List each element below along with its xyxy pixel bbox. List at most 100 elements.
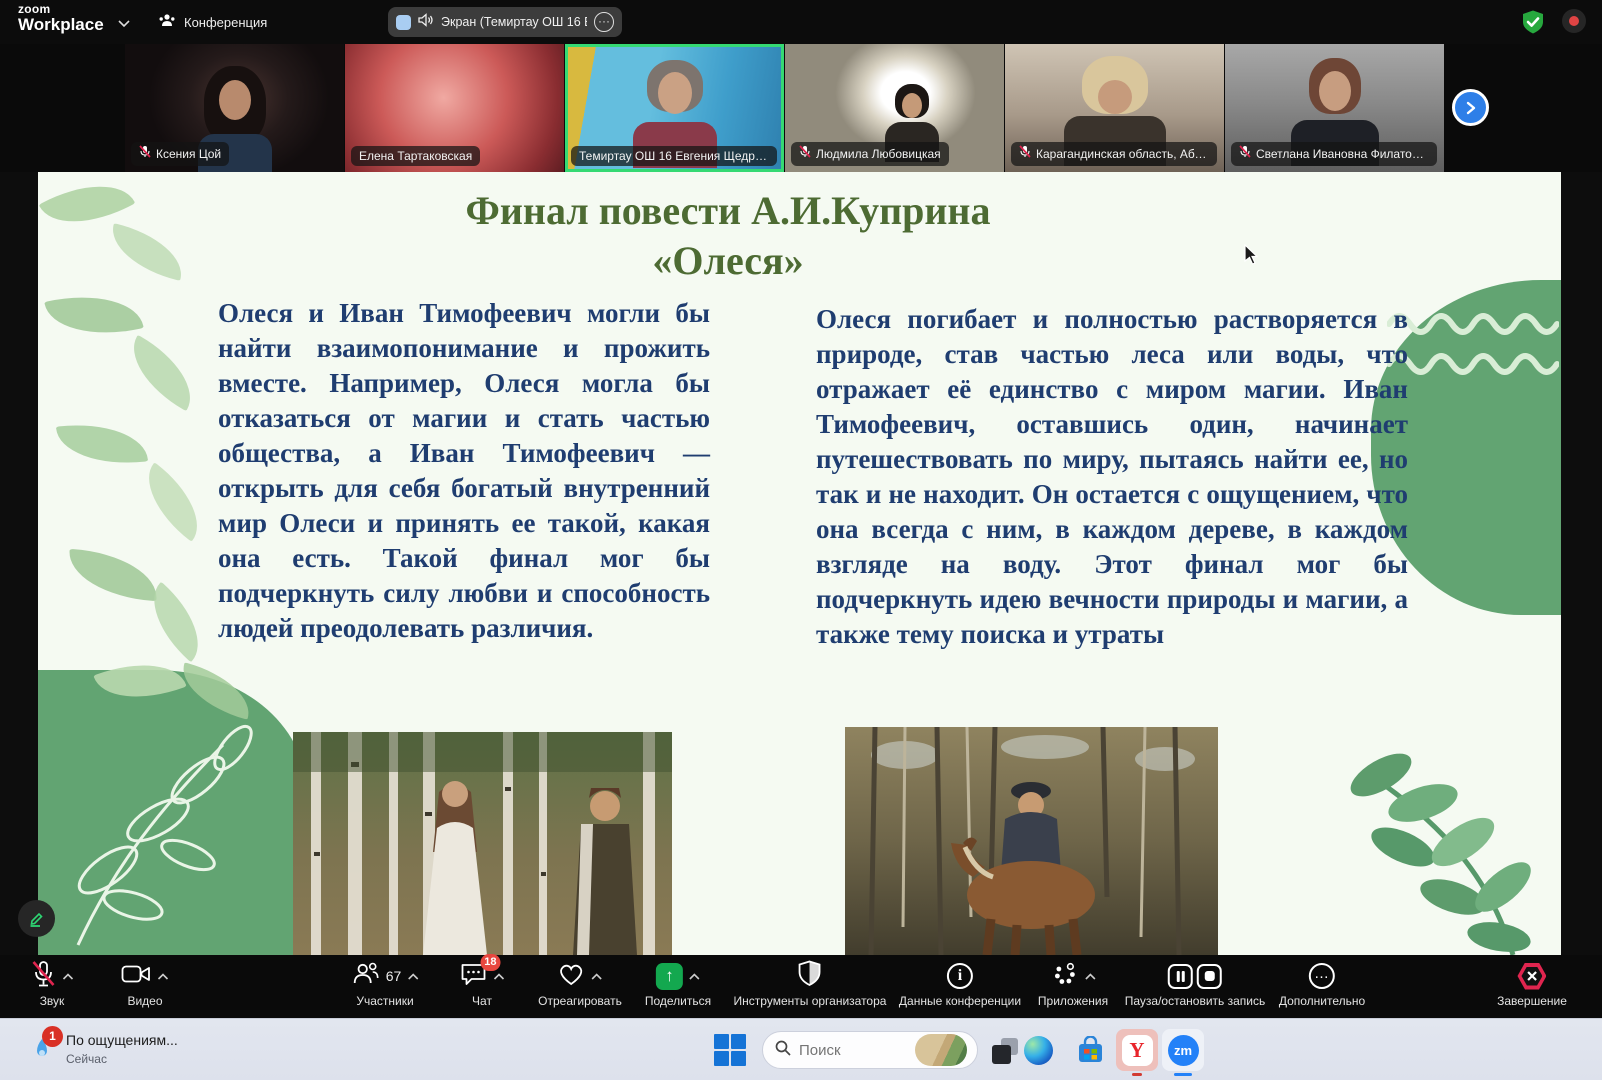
yandex-browser-icon[interactable]: Y <box>1116 1029 1158 1071</box>
tab-conference[interactable]: Конференция <box>158 8 267 36</box>
yandex-letter: Y <box>1122 1035 1153 1066</box>
meeting-info-button[interactable]: i Данные конференции <box>899 961 1021 1008</box>
chat-label: Чат <box>472 994 492 1008</box>
microsoft-store-icon[interactable] <box>1076 1036 1105 1065</box>
record-label: Пауза/остановить запись <box>1125 994 1265 1008</box>
share-label: Поделиться <box>645 994 711 1008</box>
more-label: Дополнительно <box>1279 994 1365 1008</box>
end-label: Завершение <box>1497 994 1567 1008</box>
recording-indicator-icon[interactable] <box>1562 9 1586 33</box>
logo-workplace-text: Workplace <box>18 16 104 33</box>
end-meeting-button[interactable]: Завершение <box>1497 961 1567 1008</box>
participant-name: Людмила Любовицкая <box>816 147 941 161</box>
chevron-down-icon[interactable] <box>118 15 130 33</box>
chevron-up-icon[interactable] <box>592 967 603 985</box>
search-input[interactable] <box>799 1042 907 1059</box>
share-screen-icon: ↑ <box>656 963 683 990</box>
participant-name: Темиртау ОШ 16 Евгения Щедрина <box>579 149 769 163</box>
video-label: Видео <box>127 994 162 1008</box>
participants-button[interactable]: 67 Участники <box>352 961 419 1008</box>
mic-muted-icon <box>139 145 151 163</box>
zoom-app-icon[interactable]: zm <box>1162 1029 1204 1071</box>
taskbar-search[interactable] <box>762 1031 978 1069</box>
record-controls[interactable]: Пауза/остановить запись <box>1125 961 1265 1008</box>
decor-blob-bottom-left <box>38 670 306 955</box>
shared-screen-stage: Финал повести А.И.Куприна «Олеся» Олеся … <box>0 172 1602 955</box>
chat-unread-badge: 18 <box>480 954 500 971</box>
shield-icon <box>798 960 822 992</box>
host-tools-label: Инструменты организатора <box>734 994 887 1008</box>
windows-taskbar: 1 По ощущениям... Сейчас Y zm <box>0 1018 1602 1080</box>
end-meeting-icon <box>1517 963 1546 990</box>
mic-muted-icon <box>1019 145 1031 163</box>
security-shield-icon[interactable] <box>1520 9 1546 40</box>
participant-tile[interactable]: Ксения Цой <box>125 44 344 172</box>
more-ellipsis-icon: … <box>1309 963 1335 989</box>
mouse-cursor <box>1244 244 1260 266</box>
mic-muted-icon <box>799 145 811 163</box>
chat-bubble-icon: 18 <box>460 961 488 992</box>
decor-waves-icon <box>1387 300 1559 410</box>
audio-label: Звук <box>40 994 65 1008</box>
edge-browser-icon[interactable] <box>1024 1036 1053 1065</box>
task-view-button[interactable] <box>992 1038 1018 1064</box>
participant-tile[interactable]: Светлана Ивановна Филатова ... <box>1225 44 1444 172</box>
search-highlight-image[interactable] <box>915 1034 967 1066</box>
speaker-icon <box>418 13 434 32</box>
chevron-up-icon[interactable] <box>158 967 169 985</box>
chevron-up-icon[interactable] <box>1085 967 1096 985</box>
participant-tile[interactable]: Людмила Любовицкая <box>785 44 1004 172</box>
decor-plant-bottom-right <box>1303 737 1543 955</box>
slide-paragraph-left: Олеся и Иван Тимофеевич могли бы найти в… <box>218 296 710 646</box>
slide-title-line1: Финал повести А.И.Куприна <box>38 186 1418 236</box>
participant-name: Карагандинская область, Абай... <box>1036 147 1209 161</box>
movie-still-horse-rider <box>845 727 1218 955</box>
notification-title: По ощущениям... <box>66 1032 178 1048</box>
chat-button[interactable]: 18 Чат <box>460 961 505 1008</box>
pill-more-icon[interactable]: ··· <box>594 12 614 32</box>
screen-thumbnail-icon <box>396 15 411 30</box>
heart-icon <box>558 961 586 992</box>
search-icon <box>775 1040 791 1061</box>
pause-recording-icon[interactable] <box>1168 964 1193 989</box>
video-button[interactable]: Видео <box>122 961 169 1008</box>
chevron-up-icon[interactable] <box>63 967 74 985</box>
annotate-button[interactable] <box>18 900 55 937</box>
participants-label: Участники <box>356 994 413 1008</box>
audio-button[interactable]: Звук <box>31 961 74 1008</box>
zoom-workplace-logo: zoom Workplace <box>18 3 104 33</box>
pencil-icon <box>27 909 46 928</box>
participant-tile[interactable]: Карагандинская область, Абай... <box>1005 44 1224 172</box>
shared-screen-title: Экран (Темиртау ОШ 16 Евг <box>441 15 587 29</box>
participant-name: Елена Тартаковская <box>359 149 472 163</box>
notification-badge: 1 <box>42 1026 63 1047</box>
chevron-up-icon[interactable] <box>407 967 418 985</box>
top-bar: zoom Workplace Конференция Экран (Темирт… <box>0 0 1602 44</box>
apps-button[interactable]: Приложения <box>1038 961 1108 1008</box>
stop-recording-icon[interactable] <box>1197 964 1222 989</box>
slide-title: Финал повести А.И.Куприна «Олеся» <box>38 186 1418 286</box>
camera-icon <box>122 964 152 989</box>
more-button[interactable]: … Дополнительно <box>1279 961 1365 1008</box>
zoom-app-letters: zm <box>1168 1035 1199 1066</box>
participant-name: Светлана Ивановна Филатова ... <box>1256 147 1429 161</box>
gallery-next-page-button[interactable] <box>1452 89 1489 126</box>
apps-label: Приложения <box>1038 994 1108 1008</box>
info-icon: i <box>947 963 973 989</box>
mic-muted-icon <box>1239 145 1251 163</box>
video-gallery-strip: Ксения Цой Елена Тартаковская Темиртау О… <box>0 44 1602 172</box>
start-button[interactable] <box>714 1034 746 1066</box>
apps-icon <box>1051 961 1079 992</box>
participant-tile-active-speaker[interactable]: Темиртау ОШ 16 Евгения Щедрина <box>565 44 784 172</box>
chevron-up-icon[interactable] <box>689 967 700 985</box>
share-screen-button[interactable]: ↑ Поделиться <box>645 961 711 1008</box>
logo-zoom-text: zoom <box>18 3 104 15</box>
zoom-meeting-window: zoom Workplace Конференция Экран (Темирт… <box>0 0 1602 1080</box>
participant-tile[interactable]: Елена Тартаковская <box>345 44 564 172</box>
meeting-toolbar: Звук Видео 67 Участники <box>0 955 1602 1018</box>
shared-screen-pill[interactable]: Экран (Темиртау ОШ 16 Евг ··· <box>388 7 622 37</box>
host-tools-button[interactable]: Инструменты организатора <box>734 961 887 1008</box>
mic-muted-icon <box>31 960 57 993</box>
movie-still-forest-couple <box>293 732 672 955</box>
react-button[interactable]: Отреагировать <box>538 961 622 1008</box>
